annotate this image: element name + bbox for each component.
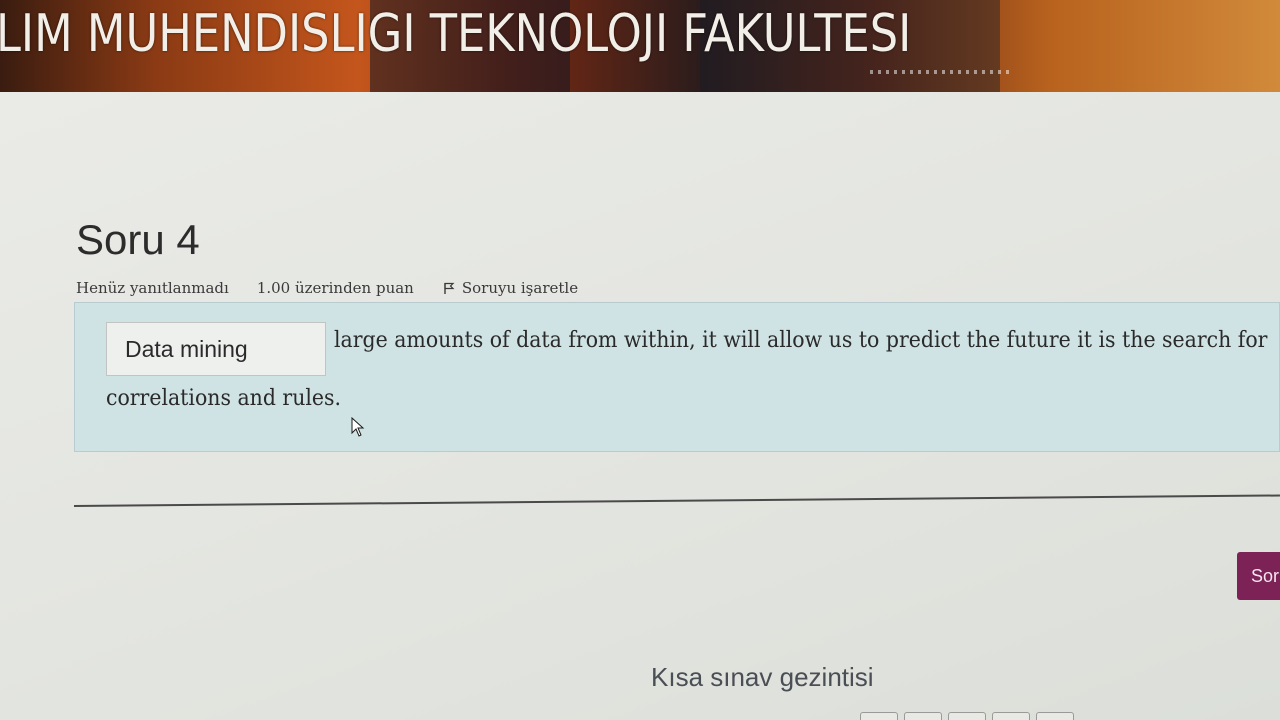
header-banner: LIM MUHENDISLIGI TEKNOLOJI FAKULTESI <box>0 0 1280 92</box>
flag-question-link[interactable]: Soruyu işaretle <box>442 279 578 297</box>
flag-icon <box>444 282 455 294</box>
quiz-navigation-buttons <box>860 712 1074 720</box>
flag-question-label: Soruyu işaretle <box>461 279 579 297</box>
question-status: Henüz yanıtlanmadı <box>76 279 229 297</box>
question-nav-button[interactable] <box>992 712 1030 720</box>
quiz-navigation-title: Kısa sınav gezintisi <box>651 662 874 692</box>
question-text-line-1: large amounts of data from within, it wi… <box>334 328 1268 353</box>
question-nav-button[interactable] <box>948 712 986 720</box>
mouse-cursor-icon <box>351 417 365 437</box>
next-page-button[interactable]: Sor <box>1237 552 1280 600</box>
banner-decoration <box>870 70 1010 74</box>
question-info: Henüz yanıtlanmadı 1.00 üzerinden puan S… <box>76 279 578 297</box>
question-text-line-2: correlations and rules. <box>106 386 342 411</box>
question-nav-button[interactable] <box>904 712 942 720</box>
question-nav-button[interactable] <box>860 712 898 720</box>
answer-input[interactable] <box>106 322 326 376</box>
question-nav-button[interactable] <box>1036 712 1074 720</box>
question-title: Soru 4 <box>76 216 200 263</box>
question-points: 1.00 üzerinden puan <box>256 279 414 297</box>
banner-title: LIM MUHENDISLIGI TEKNOLOJI FAKULTESI <box>0 4 912 64</box>
